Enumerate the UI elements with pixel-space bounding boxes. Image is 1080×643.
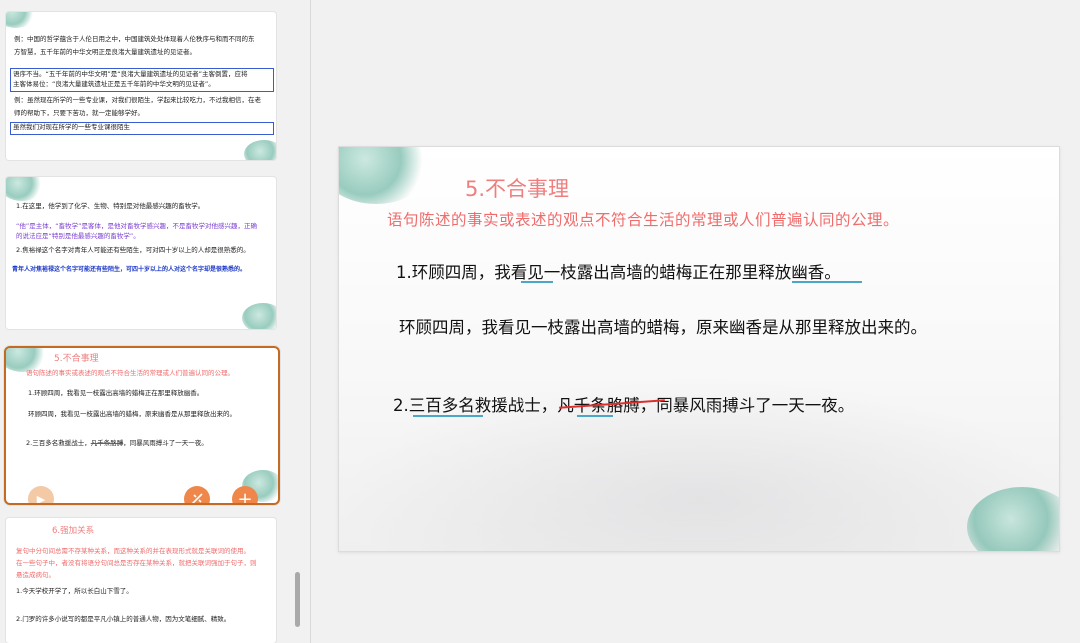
thumb-text: 师的帮助下，只要下苦功，就一定能够学好。 (14, 109, 144, 117)
slide-thumbnail-3-selected[interactable]: 5.不合事理 语句陈述的事实或表述的观点不符合生活的常理或人们普遍认同的公理。 … (4, 346, 280, 505)
thumb-text-part: ，同暴风雨搏斗了一天一夜。 (123, 439, 208, 447)
flower-decoration (6, 12, 36, 28)
thumb-text: 例：虽然现在所学的一些专业课，对我们很陌生，学起来比较吃力，不过我相信，在老 (14, 96, 261, 104)
example-sentence-1: 1.环顾四周，我看见一枝露出高墙的蜡梅正在那里释放幽香。 (396, 263, 841, 282)
sentence-part: ，同暴风雨搏斗了一天一夜。 (639, 396, 855, 415)
thumb-text: 1.环顾四周，我看见一枝露出高墙的蜡梅正在那里释放幽香。 (28, 389, 204, 397)
sentence-part: 2.三百多名救援战士， (393, 396, 558, 415)
slide-thumbnail-2[interactable]: 1.在这里，他学到了化学、生物、特别是对他最感兴趣的畜牧学。 “他”是主体，“畜… (6, 177, 276, 329)
thumb-title: 6.强加关系 (52, 526, 95, 536)
thumb-text: 2.门罗的许多小说写的都是平凡小镇上的普通人物，因为文笔细腻、精致。 (16, 615, 231, 623)
flower-decoration (244, 140, 276, 160)
thumb-text: 例：中国的哲学蕴含于人伦日用之中，中国建筑处处体现着人伦秩序与和而不同的东 (14, 35, 255, 43)
slide-subtitle: 语句陈述的事实或表述的观点不符合生活的常理或人们普遍认同的公理。 (387, 211, 900, 229)
corrected-sentence-1: 环顾四周，我看见一枝露出高墙的蜡梅，原来幽香是从那里释放出来的。 (399, 318, 927, 337)
thumb-text: 2.三百多名救援战士，凡千条胳膊，同暴风雨搏斗了一天一夜。 (26, 438, 208, 449)
slide-thumbnail-4[interactable]: 6.强加关系 复句中分句间总需不存某种关系，而这种关系的并在表现形式就是关联词的… (6, 518, 276, 643)
thumb-text: 环顾四周，我看见一枝露出高墙的蜡梅，原来幽香是从那里释放出来的。 (28, 410, 236, 418)
slide-title: 5.不合事理 (465, 177, 570, 201)
thumb-text: 虽然我们对现在所学的一些专业课很陌生 (13, 123, 130, 131)
thumb-text-part: 2.三百多名救援战士， (26, 439, 91, 447)
thumb-subtitle: 悬造成病句。 (16, 571, 55, 579)
slide-thumbnail-panel: 例：中国的哲学蕴含于人伦日用之中，中国建筑处处体现着人伦秩序与和而不同的东 方智… (0, 0, 311, 643)
underline-mark (577, 415, 613, 417)
thumb-subtitle: 在一些句子中，者没有将语分句间总是否存在某种关系，就把关联词强加于句子，则 (16, 559, 257, 567)
thumb-subtitle: 语句陈述的事实或表述的观点不符合生活的常理或人们普遍认同的公理。 (26, 369, 234, 377)
thumb-text: 1.今天学校开学了，所以长白山下雪了。 (16, 587, 133, 595)
animation-icon (191, 493, 203, 503)
current-slide-canvas[interactable]: 5.不合事理 语句陈述的事实或表述的观点不符合生活的常理或人们普遍认同的公理。 … (338, 146, 1060, 552)
thumb-text: 主客体易位：“良渚大量建筑遗址正是五千年前的中华文明的见证者”。 (13, 80, 215, 88)
flower-decoration-top-left (339, 147, 431, 204)
thumbnail-scrollbar[interactable] (295, 572, 300, 627)
thumb-text: 青年人对焦裕禄这个名字可能还有些陌生，可四十岁以上的人对这个名字却是很熟悉的。 (12, 266, 247, 273)
flower-decoration (242, 303, 276, 329)
play-icon: ▶ (36, 492, 46, 505)
play-button[interactable]: ▶ (28, 486, 54, 505)
underline-mark (792, 281, 862, 283)
add-slide-button[interactable]: + (232, 486, 258, 505)
thumb-text: 方智慧，五千年前的中华文明正是良渚大量建筑遗址的见证者。 (14, 48, 196, 56)
thumb-subtitle: 复句中分句间总需不存某种关系，而这种关系的并在表现形式就是关联词的使用。 (16, 547, 250, 555)
underline-mark (413, 415, 483, 417)
underline-mark (521, 281, 553, 283)
thumb-title: 5.不合事理 (54, 354, 99, 364)
thumb-text: 2.焦裕禄这个名字对青年人可能还有些陌生，可对四十岁以上的人却是很熟悉的。 (16, 246, 250, 254)
thumb-text: 1.在这里，他学到了化学、生物、特别是对他最感兴趣的畜牧学。 (16, 202, 205, 210)
thumb-text: 的说法应是“特别是他最感兴趣的畜牧学”。 (16, 232, 140, 240)
plus-icon: + (237, 488, 253, 505)
slide-thumbnail-1[interactable]: 例：中国的哲学蕴含于人伦日用之中，中国建筑处处体现着人伦秩序与和而不同的东 方智… (6, 12, 276, 160)
animation-button[interactable] (184, 486, 210, 503)
flower-decoration (6, 177, 44, 201)
thumb-text-strikethrough: 凡千条胳膊 (90, 439, 124, 447)
